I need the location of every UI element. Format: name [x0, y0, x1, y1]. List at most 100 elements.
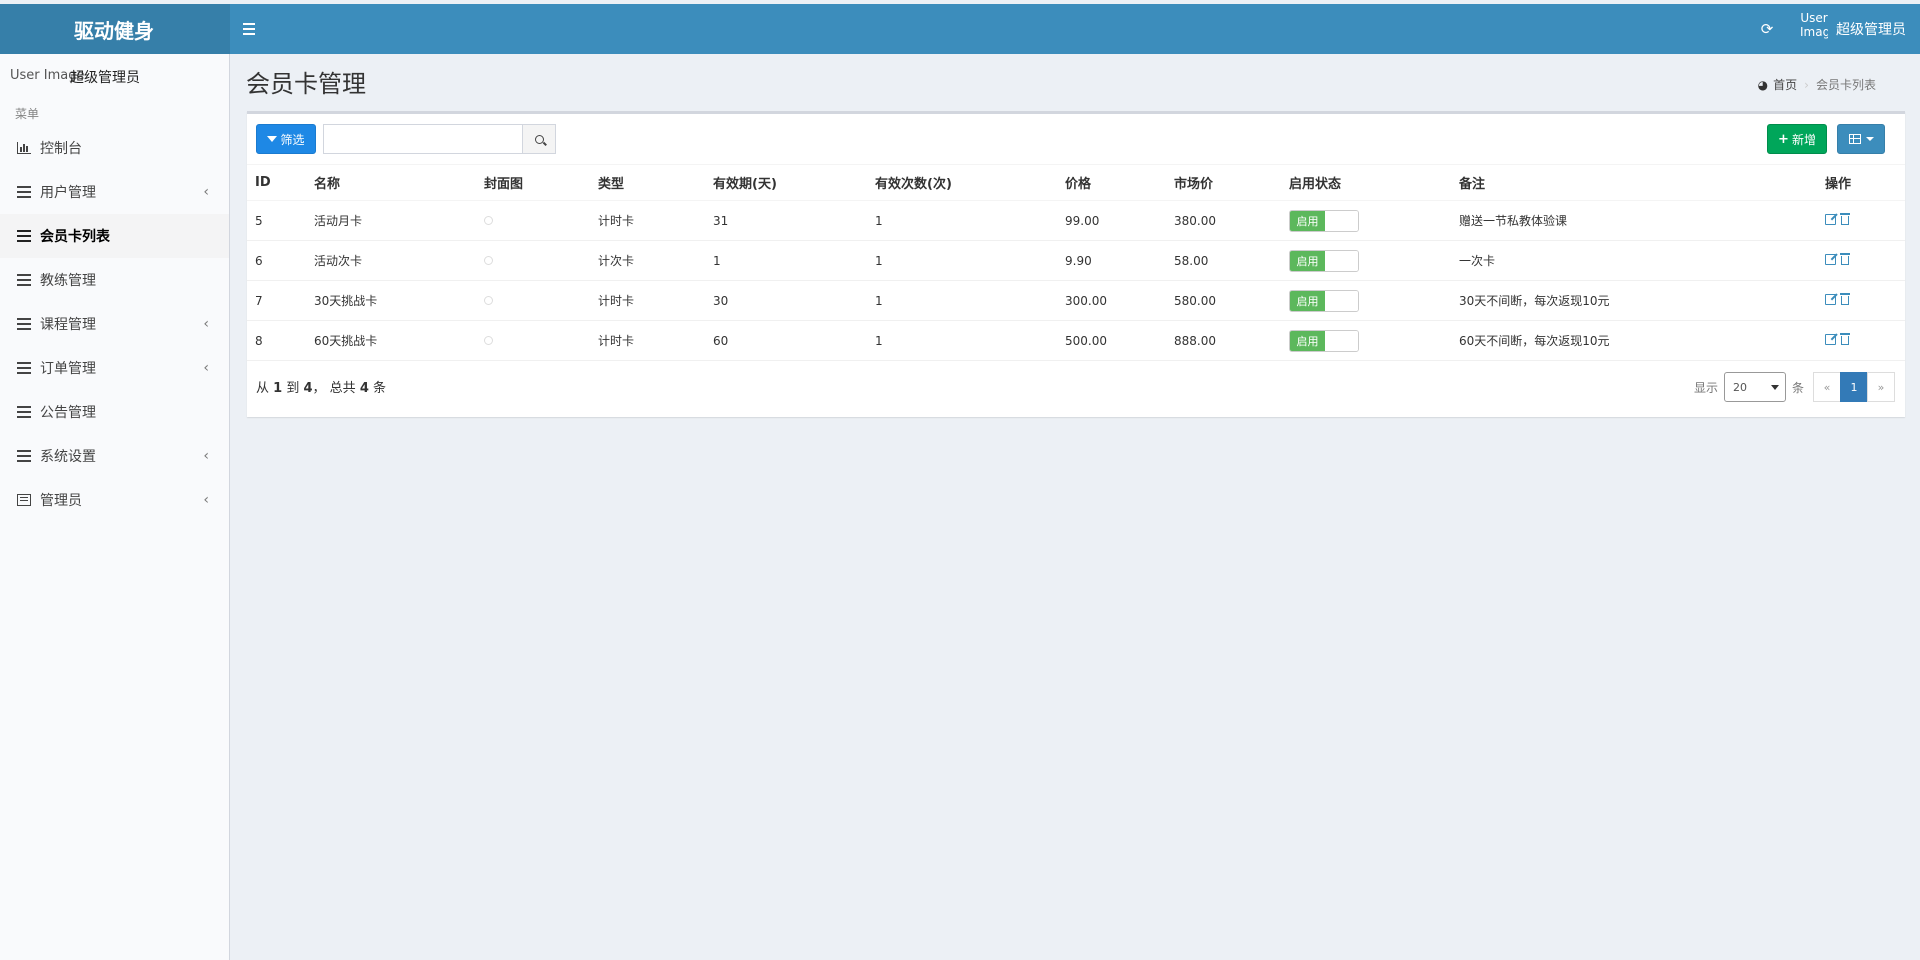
- trash-icon[interactable]: [1840, 333, 1850, 346]
- filter-icon: [267, 136, 278, 142]
- cell-days: 30: [705, 280, 867, 321]
- cell-status: 启用: [1281, 280, 1451, 321]
- trash-icon[interactable]: [1840, 213, 1850, 226]
- app-logo[interactable]: 驱动健身: [0, 4, 230, 54]
- cell-name: 活动月卡: [306, 200, 476, 241]
- column-header[interactable]: 名称: [306, 164, 476, 201]
- cell-times: 1: [867, 240, 1057, 281]
- status-toggle[interactable]: 启用: [1289, 289, 1359, 312]
- refresh-icon[interactable]: ⟳: [1758, 20, 1776, 38]
- trash-icon[interactable]: [1840, 293, 1850, 306]
- top-header: 驱动健身 ⟳ User Image 超级管理员: [0, 4, 1920, 54]
- cover-image[interactable]: [484, 255, 493, 265]
- breadcrumb: ◕ 首页 › 会员卡列表: [1758, 76, 1876, 93]
- cell-cover: [476, 280, 590, 321]
- search-icon: [534, 134, 544, 144]
- sidebar-toggle-icon[interactable]: [243, 20, 259, 38]
- info-total-word: ， 总共: [312, 381, 356, 396]
- info-to: 4: [303, 381, 313, 396]
- pagination-info: 从 1 到 4， 总共 4 条: [256, 377, 386, 396]
- column-header[interactable]: 类型: [590, 164, 705, 201]
- sidebar-item-coaches[interactable]: 教练管理: [0, 258, 229, 302]
- cell-days: 31: [705, 200, 867, 241]
- sidebar-item-settings[interactable]: 系统设置 ‹: [0, 434, 229, 478]
- cell-actions: [1817, 320, 1905, 361]
- column-header[interactable]: ID: [247, 164, 306, 201]
- sidebar-item-courses[interactable]: 课程管理 ‹: [0, 302, 229, 346]
- column-header[interactable]: 封面图: [476, 164, 590, 201]
- status-toggle[interactable]: 启用: [1289, 249, 1359, 272]
- trash-icon[interactable]: [1840, 253, 1850, 266]
- header-user-avatar[interactable]: User Image: [1800, 9, 1828, 49]
- status-toggle[interactable]: 启用: [1289, 209, 1359, 232]
- cover-image[interactable]: [484, 215, 493, 225]
- table-row: 8 60天挑战卡 计时卡 60 1 500.00 888.00 启用 60天不间…: [247, 320, 1905, 361]
- list-icon: [17, 406, 31, 418]
- status-toggle-label: 启用: [1290, 250, 1325, 271]
- chevron-left-icon: ‹: [203, 448, 209, 464]
- header-right: ⟳ User Image 超级管理员: [1758, 4, 1906, 54]
- cell-price: 500.00: [1057, 320, 1166, 361]
- column-header[interactable]: 市场价: [1166, 164, 1281, 201]
- info-to-word: 到: [286, 381, 300, 396]
- search-button[interactable]: [523, 124, 556, 154]
- status-toggle-label: 启用: [1290, 330, 1325, 351]
- cell-name: 30天挑战卡: [306, 280, 476, 321]
- cell-price: 300.00: [1057, 280, 1166, 321]
- sidebar-item-dashboard[interactable]: 控制台: [0, 126, 229, 170]
- cover-image[interactable]: [484, 335, 493, 345]
- page-buttons: « 1 »: [1813, 372, 1895, 402]
- admin-list-icon: [17, 494, 31, 506]
- list-icon: [17, 274, 31, 286]
- column-header[interactable]: 启用状态: [1281, 164, 1451, 201]
- add-button[interactable]: + 新增: [1767, 124, 1827, 154]
- cell-cover: [476, 320, 590, 361]
- sidebar: User Image 超级管理员 菜单 控制台 用户管理 ‹ 会员卡列表 教练管…: [0, 54, 230, 960]
- page-size-select[interactable]: 20: [1723, 372, 1786, 402]
- status-toggle[interactable]: 启用: [1289, 329, 1359, 352]
- edit-icon[interactable]: [1825, 293, 1836, 305]
- column-header[interactable]: 价格: [1057, 164, 1166, 201]
- sidebar-item-orders[interactable]: 订单管理 ‹: [0, 346, 229, 390]
- cell-days: 60: [705, 320, 867, 361]
- edit-icon[interactable]: [1825, 213, 1836, 225]
- page-size-unit: 条: [1791, 380, 1804, 395]
- table-row: 7 30天挑战卡 计时卡 30 1 300.00 580.00 启用 30天不间…: [247, 280, 1905, 321]
- edit-icon[interactable]: [1825, 333, 1836, 345]
- plus-icon: +: [1778, 131, 1789, 147]
- columns-toggle-button[interactable]: [1837, 124, 1885, 154]
- prev-page-button[interactable]: «: [1813, 372, 1841, 402]
- filter-button[interactable]: 筛选: [256, 124, 316, 154]
- bar-chart-icon: [17, 142, 31, 154]
- cell-name: 60天挑战卡: [306, 320, 476, 361]
- sidebar-item-label: 系统设置: [40, 449, 96, 465]
- cell-remark: 一次卡: [1451, 240, 1817, 281]
- sidebar-item-member-cards[interactable]: 会员卡列表: [0, 214, 229, 258]
- cell-price: 99.00: [1057, 200, 1166, 241]
- search-input[interactable]: [323, 124, 523, 154]
- edit-icon[interactable]: [1825, 253, 1836, 265]
- cell-name: 活动次卡: [306, 240, 476, 281]
- sidebar-item-users[interactable]: 用户管理 ‹: [0, 170, 229, 214]
- column-header[interactable]: 操作: [1817, 164, 1905, 201]
- list-icon: [17, 362, 31, 374]
- list-icon: [17, 318, 31, 330]
- cover-image[interactable]: [484, 295, 493, 305]
- chevron-left-icon: ‹: [203, 492, 209, 508]
- cell-actions: [1817, 240, 1905, 281]
- column-header[interactable]: 有效期(天): [705, 164, 867, 201]
- column-header[interactable]: 有效次数(次): [867, 164, 1057, 201]
- page-size-value: 20: [1732, 380, 1747, 394]
- column-header[interactable]: 备注: [1451, 164, 1817, 201]
- sidebar-item-admins[interactable]: 管理员 ‹: [0, 478, 229, 522]
- cell-status: 启用: [1281, 320, 1451, 361]
- cell-actions: [1817, 280, 1905, 321]
- cell-times: 1: [867, 200, 1057, 241]
- page-button[interactable]: 1: [1840, 372, 1868, 402]
- sidebar-item-notices[interactable]: 公告管理: [0, 390, 229, 434]
- next-page-button[interactable]: »: [1867, 372, 1895, 402]
- header-user-name[interactable]: 超级管理员: [1836, 19, 1906, 39]
- breadcrumb-home[interactable]: 首页: [1773, 76, 1797, 93]
- cell-type: 计次卡: [590, 240, 705, 281]
- cell-times: 1: [867, 280, 1057, 321]
